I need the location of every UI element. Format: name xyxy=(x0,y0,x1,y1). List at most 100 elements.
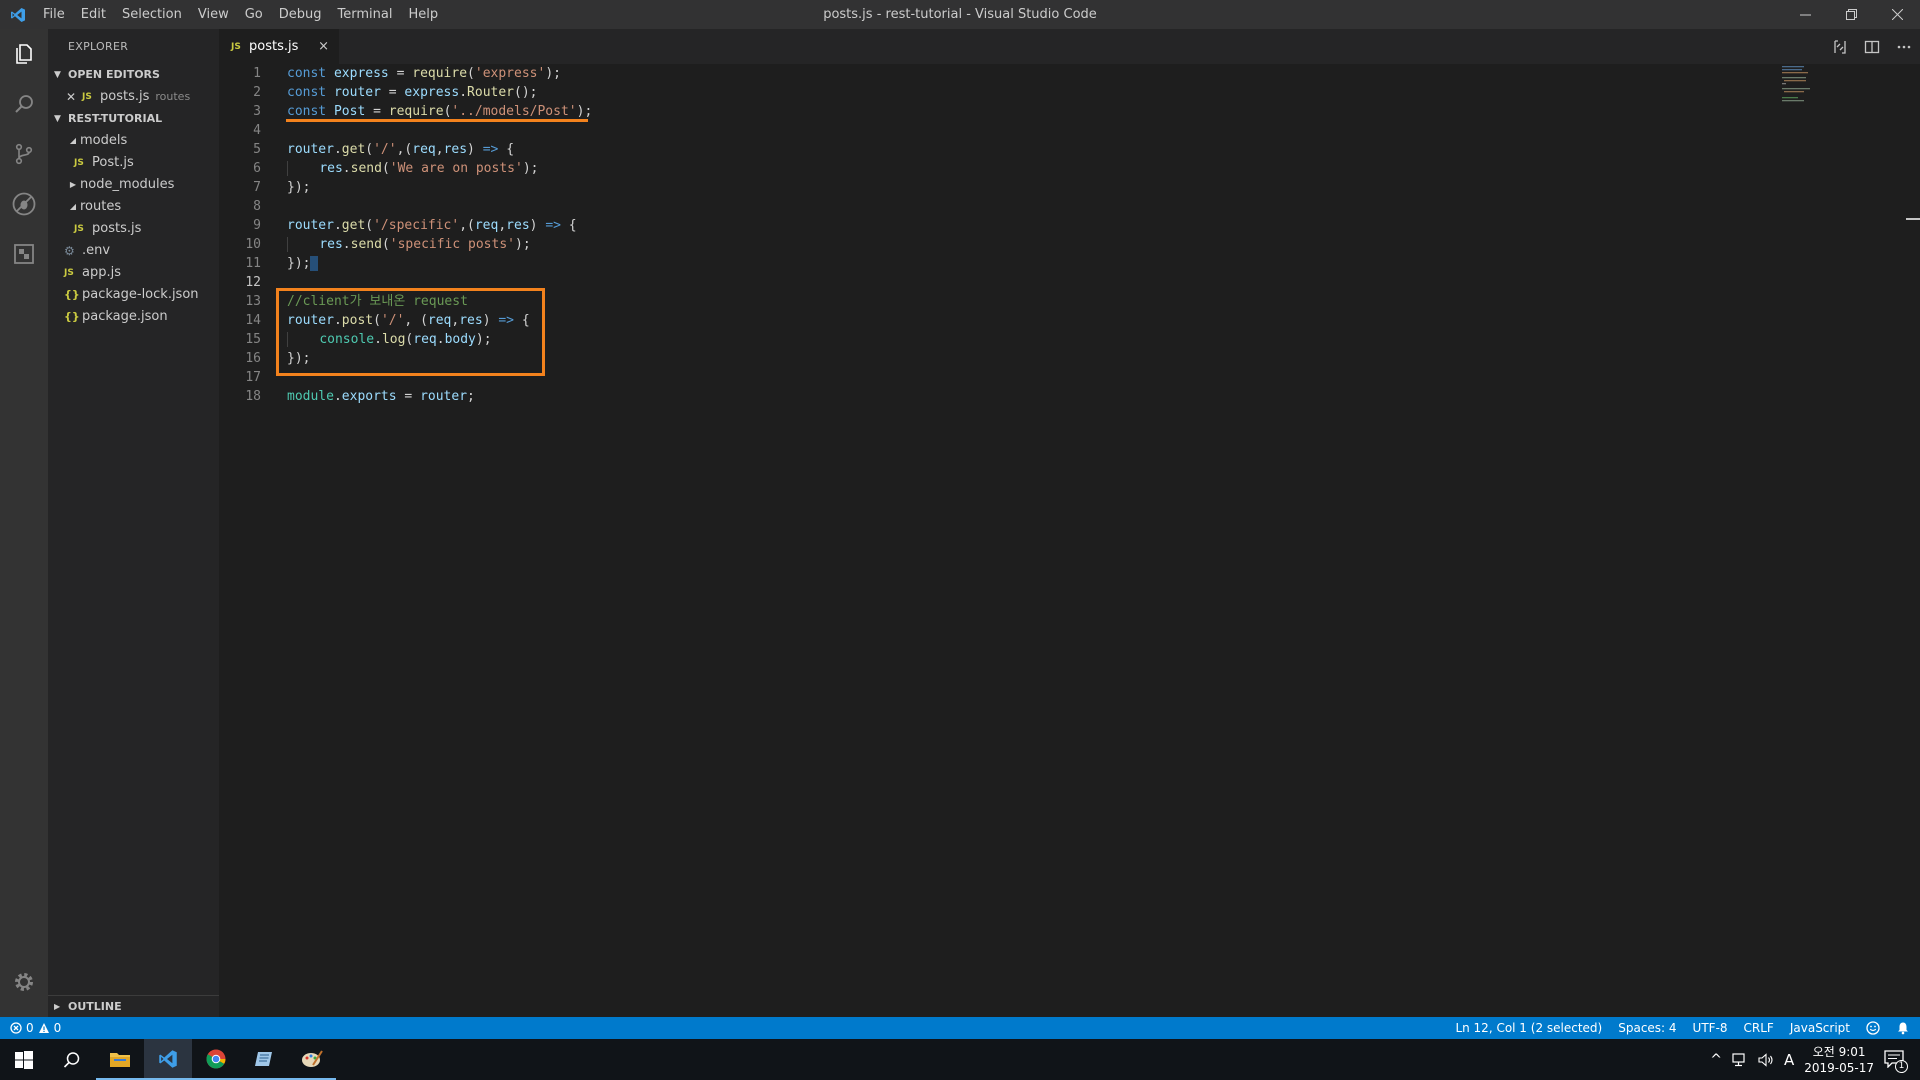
menu-selection[interactable]: Selection xyxy=(114,0,190,29)
tree-item-app-js[interactable]: JS app.js xyxy=(48,262,219,284)
minimize-button[interactable] xyxy=(1782,0,1828,29)
files-icon xyxy=(16,44,32,64)
line-number: 6 xyxy=(253,161,261,176)
tree-item-posts-js[interactable]: JS posts.js xyxy=(48,218,219,240)
code-editor[interactable]: 1 const express = require('express'); 2 co… xyxy=(219,64,1920,1017)
tree-item-label: .env xyxy=(82,243,111,258)
tree-item-label: posts.js xyxy=(92,221,142,236)
tree-item-label: package-lock.json xyxy=(82,287,199,302)
volume-icon[interactable] xyxy=(1758,1052,1774,1067)
settings-file-icon: ⚙ xyxy=(64,244,75,258)
project-folder-header[interactable]: ▼ REST-TUTORIAL xyxy=(48,108,219,130)
encoding[interactable]: UTF-8 xyxy=(1693,1021,1728,1035)
line-number: 15 xyxy=(245,332,261,347)
network-icon[interactable] xyxy=(1732,1052,1748,1067)
feedback-smiley-icon[interactable] xyxy=(1866,1021,1880,1035)
editor-actions xyxy=(1832,29,1912,64)
line-ending[interactable]: CRLF xyxy=(1744,1021,1774,1035)
extensions-activity-button[interactable] xyxy=(0,229,48,279)
line-number: 17 xyxy=(245,370,261,385)
notification-bell-icon[interactable] xyxy=(1896,1021,1910,1035)
tree-item-env[interactable]: ⚙ .env xyxy=(48,240,219,262)
taskbar-file-explorer[interactable] xyxy=(96,1039,144,1080)
ime-indicator[interactable]: A xyxy=(1784,1051,1794,1069)
system-tray: ^ A 오전 9:01 2019-05-17 1 xyxy=(1710,1039,1920,1080)
menu-go[interactable]: Go xyxy=(237,0,271,29)
tree-item-routes[interactable]: ◢ routes xyxy=(48,196,219,218)
status-right-items: Ln 12, Col 1 (2 selected) Spaces: 4 UTF-… xyxy=(1455,1021,1910,1035)
tree-item-label: routes xyxy=(80,199,122,214)
chevron-down-icon: ▼ xyxy=(54,114,61,124)
debug-activity-button[interactable] xyxy=(0,179,48,229)
outline-header[interactable]: ▶ OUTLINE xyxy=(48,995,219,1017)
tree-item-models[interactable]: ◢ models xyxy=(48,130,219,152)
chevron-down-icon: ◢ xyxy=(69,202,77,211)
javascript-file-icon: JS xyxy=(74,224,84,234)
menu-help[interactable]: Help xyxy=(400,0,446,29)
editor-tab-bar: JS posts.js × xyxy=(219,29,1920,64)
action-center-button[interactable]: 1 xyxy=(1884,1049,1908,1073)
open-editors-label: OPEN EDITORS xyxy=(68,68,160,81)
close-tab-icon[interactable]: × xyxy=(318,39,329,54)
open-editors-header[interactable]: ▼ OPEN EDITORS xyxy=(48,64,219,86)
taskbar-search-button[interactable] xyxy=(48,1039,96,1080)
open-editor-folder: routes xyxy=(155,90,191,103)
chevron-down-icon: ▼ xyxy=(54,70,61,80)
language-mode[interactable]: JavaScript xyxy=(1790,1021,1850,1035)
json-file-icon: {} xyxy=(64,288,80,301)
indentation[interactable]: Spaces: 4 xyxy=(1618,1021,1676,1035)
clock-time: 오전 9:01 xyxy=(1812,1044,1866,1059)
menu-debug[interactable]: Debug xyxy=(271,0,330,29)
search-icon xyxy=(15,95,33,113)
problems-indicator[interactable]: 0 0 xyxy=(0,1021,61,1035)
menu-terminal[interactable]: Terminal xyxy=(330,0,401,29)
restore-button[interactable] xyxy=(1828,0,1874,29)
search-activity-button[interactable] xyxy=(0,79,48,129)
annotation-box xyxy=(276,288,545,376)
explorer-activity-button[interactable] xyxy=(0,29,48,79)
menu-file[interactable]: File xyxy=(35,0,73,29)
javascript-file-icon: JS xyxy=(231,41,241,52)
taskbar-chrome[interactable] xyxy=(192,1039,240,1080)
window-controls xyxy=(1782,0,1920,29)
start-button[interactable] xyxy=(0,1039,48,1080)
git-branch-icon xyxy=(15,143,33,165)
line-number: 12 xyxy=(245,275,261,290)
chevron-down-icon: ◢ xyxy=(69,136,77,145)
taskbar-notes-app[interactable] xyxy=(240,1039,288,1080)
tree-item-package-json[interactable]: {} package.json xyxy=(48,306,219,328)
cursor-position[interactable]: Ln 12, Col 1 (2 selected) xyxy=(1455,1021,1602,1035)
manage-button[interactable] xyxy=(0,957,48,1007)
tab-posts-js[interactable]: JS posts.js × xyxy=(219,29,339,64)
minimap[interactable] xyxy=(1782,64,1832,104)
tab-label: posts.js xyxy=(249,39,299,54)
open-editor-item[interactable]: ✕ JS posts.js routes xyxy=(48,86,219,108)
tree-item-package-lock[interactable]: {} package-lock.json xyxy=(48,284,219,306)
outline-label: OUTLINE xyxy=(68,1000,122,1013)
menu-edit[interactable]: Edit xyxy=(73,0,114,29)
split-editor-icon[interactable] xyxy=(1864,39,1880,55)
open-changes-icon[interactable] xyxy=(1832,39,1848,55)
title-bar: File Edit Selection View Go Debug Termin… xyxy=(0,0,1920,29)
close-window-button[interactable] xyxy=(1874,0,1920,29)
line-number: 14 xyxy=(245,313,261,328)
chevron-up-icon[interactable]: ^ xyxy=(1710,1052,1722,1068)
more-actions-icon[interactable] xyxy=(1896,39,1912,55)
javascript-file-icon: JS xyxy=(74,158,84,168)
line-number: 7 xyxy=(253,180,261,195)
scrollbar-cursor-marker xyxy=(1906,218,1920,220)
tree-item-node-modules[interactable]: ▶ node_modules xyxy=(48,174,219,196)
vscode-logo-icon xyxy=(0,0,35,29)
line-number: 13 xyxy=(245,294,261,309)
source-control-activity-button[interactable] xyxy=(0,129,48,179)
tree-item-post-js[interactable]: JS Post.js xyxy=(48,152,219,174)
clock[interactable]: 오전 9:01 2019-05-17 xyxy=(1804,1044,1874,1076)
restore-icon xyxy=(1845,9,1857,20)
chrome-icon xyxy=(206,1049,226,1068)
taskbar-paint-app[interactable] xyxy=(288,1039,336,1080)
line-number: 16 xyxy=(245,351,261,366)
menu-view[interactable]: View xyxy=(190,0,237,29)
taskbar-vscode[interactable] xyxy=(144,1039,192,1080)
close-icon[interactable]: ✕ xyxy=(66,86,82,108)
line-number: 4 xyxy=(253,123,261,138)
